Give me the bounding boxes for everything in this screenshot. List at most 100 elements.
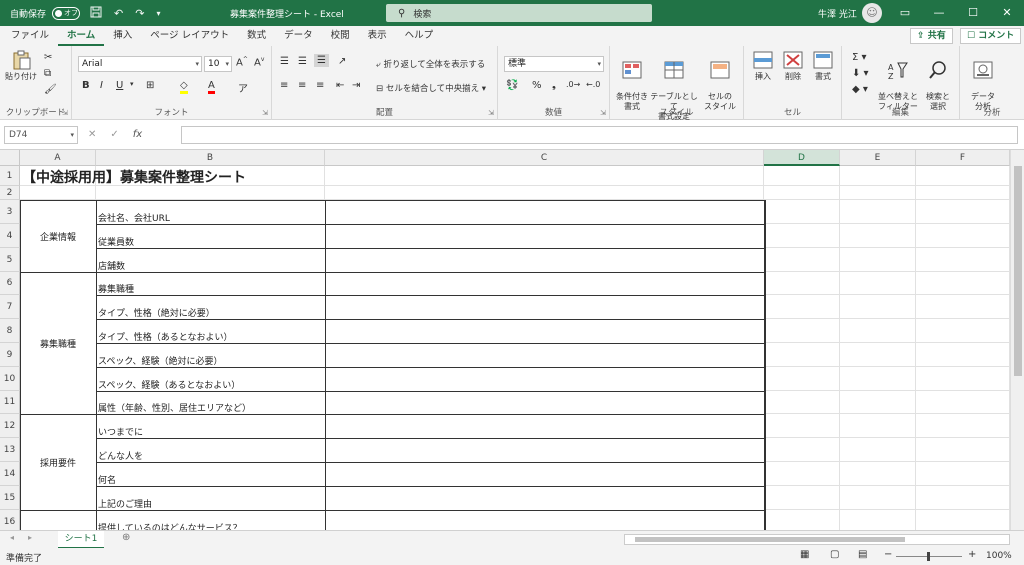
- tab-review[interactable]: 校閲: [322, 26, 359, 46]
- cut-icon[interactable]: ✂: [44, 52, 52, 63]
- increase-indent-icon[interactable]: ⇥: [352, 80, 360, 91]
- value-cell[interactable]: [325, 510, 764, 530]
- row-header-3[interactable]: 3: [0, 200, 20, 224]
- align-center-icon[interactable]: ≡: [298, 80, 306, 91]
- column-header-f[interactable]: F: [916, 150, 1010, 166]
- row-header-9[interactable]: 9: [0, 343, 20, 367]
- comment-button[interactable]: ☐ コメント: [960, 28, 1022, 44]
- row-header-15[interactable]: 15: [0, 486, 20, 510]
- minimize-icon[interactable]: —: [922, 0, 956, 26]
- tab-file[interactable]: ファイル: [2, 26, 58, 46]
- align-top-icon[interactable]: ☰: [280, 56, 289, 67]
- align-middle-icon[interactable]: ☰: [298, 56, 307, 67]
- close-icon[interactable]: ✕: [990, 0, 1024, 26]
- redo-icon[interactable]: ↷: [135, 7, 144, 20]
- borders-icon[interactable]: ⊞: [146, 80, 154, 91]
- find-select-button[interactable]: 検索と 選択: [920, 50, 956, 112]
- comma-icon[interactable]: ❟: [552, 80, 556, 91]
- scrollbar-thumb[interactable]: [1014, 166, 1022, 376]
- zoom-in-icon[interactable]: +: [968, 549, 976, 560]
- customize-qat-icon[interactable]: ▾: [156, 9, 160, 18]
- normal-view-icon[interactable]: ▦: [800, 549, 809, 560]
- conditional-formatting-button[interactable]: 条件付き 書式: [614, 50, 650, 112]
- sheet-tab[interactable]: シート1: [58, 531, 104, 549]
- fill-color-icon[interactable]: ◇: [180, 80, 188, 94]
- dialog-launcher-icon[interactable]: ⇲: [488, 109, 494, 117]
- zoom-out-icon[interactable]: −: [884, 549, 892, 560]
- underline-button[interactable]: U: [116, 80, 123, 91]
- autosum-icon[interactable]: Σ ▾: [852, 52, 867, 63]
- font-name-select[interactable]: Arial ▾: [78, 56, 202, 72]
- delete-cells-button[interactable]: 削除: [778, 50, 808, 82]
- column-header-a[interactable]: A: [20, 150, 96, 166]
- value-cell[interactable]: [325, 486, 764, 510]
- column-header-e[interactable]: E: [840, 150, 916, 166]
- tab-view[interactable]: 表示: [359, 26, 396, 46]
- wrap-text-button[interactable]: ⤶ 折り返して全体を表示する: [376, 58, 485, 70]
- row-header-2[interactable]: 2: [0, 186, 20, 200]
- row-header-7[interactable]: 7: [0, 295, 20, 319]
- decrease-decimal-icon[interactable]: ←.0: [586, 80, 600, 89]
- tab-formulas[interactable]: 数式: [238, 26, 275, 46]
- row-header-1[interactable]: 1: [0, 166, 20, 186]
- value-cell[interactable]: [325, 272, 764, 295]
- value-cell[interactable]: [325, 414, 764, 438]
- paste-button[interactable]: 貼り付け: [4, 50, 38, 82]
- phonetic-icon[interactable]: ア: [238, 80, 248, 95]
- clear-icon[interactable]: ◆ ▾: [852, 84, 868, 95]
- increase-font-icon[interactable]: A^: [236, 56, 248, 68]
- increase-decimal-icon[interactable]: .0→: [566, 80, 580, 89]
- value-cell[interactable]: [325, 295, 764, 319]
- value-cell[interactable]: [325, 319, 764, 343]
- next-sheet-icon[interactable]: ▸: [28, 533, 32, 542]
- font-size-select[interactable]: 10 ▾: [204, 56, 232, 72]
- worksheet-grid[interactable]: A B C D E F 1 2 3 4 5 6 7 8 9 10 11 12 13 14 15 16 【中途採用用】募集案件…: [0, 150, 1010, 530]
- dialog-launcher-icon[interactable]: ⇲: [262, 109, 268, 117]
- share-button[interactable]: ⇪ 共有: [910, 28, 953, 44]
- decrease-font-icon[interactable]: Av: [254, 56, 264, 68]
- row-header-13[interactable]: 13: [0, 438, 20, 462]
- format-cells-button[interactable]: 書式: [808, 50, 838, 82]
- value-cell[interactable]: [325, 367, 764, 391]
- row-header-16[interactable]: 16: [0, 510, 20, 530]
- cell-styles-button[interactable]: セルの スタイル: [700, 50, 740, 112]
- maximize-icon[interactable]: ☐: [956, 0, 990, 26]
- data-analysis-button[interactable]: データ 分析: [966, 50, 1000, 112]
- copy-icon[interactable]: ⧉: [44, 68, 51, 79]
- column-header-b[interactable]: B: [96, 150, 325, 166]
- value-cell[interactable]: [325, 462, 764, 486]
- tab-data[interactable]: データ: [275, 26, 322, 46]
- bold-button[interactable]: B: [82, 80, 90, 91]
- align-right-icon[interactable]: ≡: [316, 80, 324, 91]
- italic-button[interactable]: I: [100, 80, 103, 91]
- tab-help[interactable]: ヘルプ: [396, 26, 443, 46]
- row-header-12[interactable]: 12: [0, 414, 20, 438]
- undo-icon[interactable]: ↶: [114, 7, 123, 20]
- formula-input[interactable]: [181, 126, 1018, 144]
- insert-function-icon[interactable]: fx: [133, 129, 142, 140]
- align-left-icon[interactable]: ≡: [280, 80, 288, 91]
- row-header-8[interactable]: 8: [0, 319, 20, 343]
- prev-sheet-icon[interactable]: ◂: [10, 533, 14, 542]
- row-header-4[interactable]: 4: [0, 224, 20, 248]
- select-all-button[interactable]: [0, 150, 20, 166]
- row-header-5[interactable]: 5: [0, 248, 20, 272]
- tab-page-layout[interactable]: ページ レイアウト: [141, 26, 238, 46]
- value-cell[interactable]: [325, 248, 764, 272]
- underline-dropdown-icon[interactable]: ▾: [130, 80, 134, 88]
- font-color-icon[interactable]: A: [208, 80, 215, 94]
- search-input[interactable]: ⚲ 検索: [386, 4, 652, 22]
- cancel-icon[interactable]: ✕: [88, 129, 96, 140]
- autosave-toggle[interactable]: オフ: [52, 6, 81, 20]
- row-header-6[interactable]: 6: [0, 272, 20, 295]
- currency-icon[interactable]: 💱: [506, 80, 518, 91]
- orientation-icon[interactable]: ↗: [338, 56, 346, 67]
- format-painter-icon[interactable]: 🖌: [44, 84, 57, 95]
- value-cell[interactable]: [325, 200, 764, 224]
- align-bottom-icon[interactable]: ☰: [314, 54, 329, 67]
- tab-insert[interactable]: 挿入: [104, 26, 141, 46]
- decrease-indent-icon[interactable]: ⇤: [336, 80, 344, 91]
- value-cell[interactable]: [325, 438, 764, 462]
- autosave-control[interactable]: 自動保存 オフ: [10, 6, 81, 20]
- tab-home[interactable]: ホーム: [58, 26, 105, 46]
